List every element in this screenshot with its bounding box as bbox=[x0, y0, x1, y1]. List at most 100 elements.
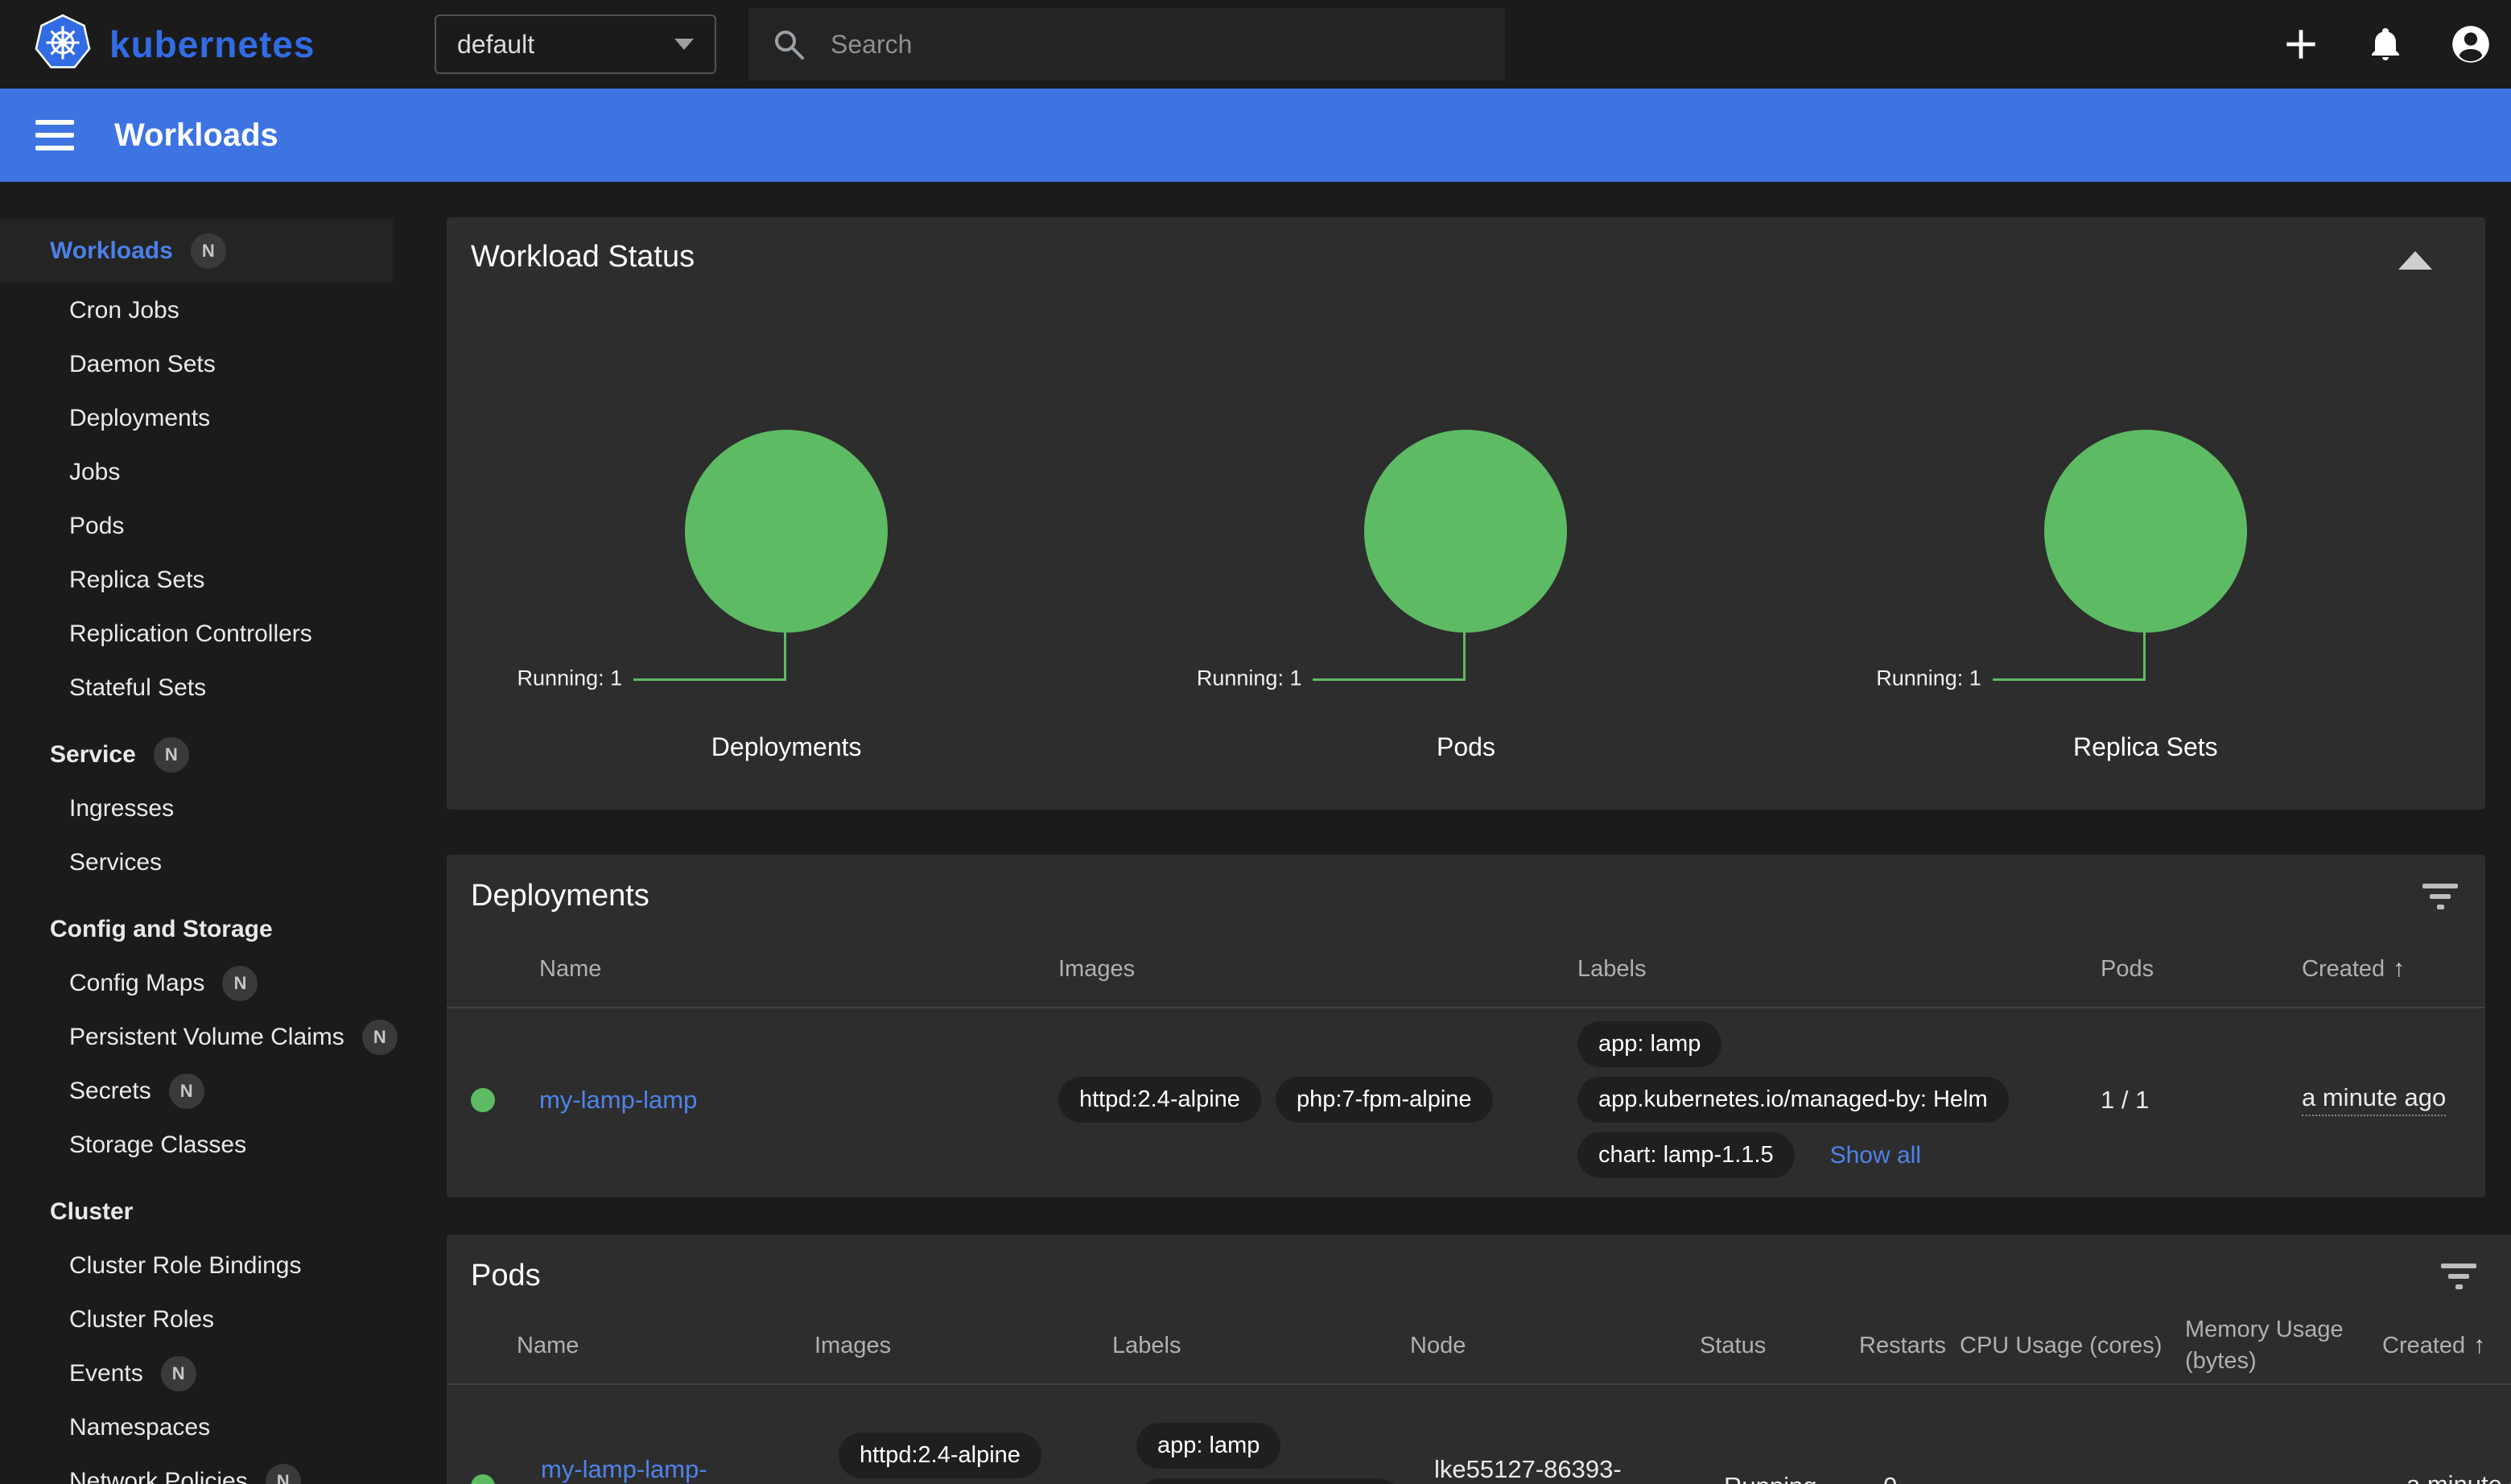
user-avatar-icon[interactable] bbox=[2450, 23, 2492, 65]
column-labels: Labels bbox=[1112, 1314, 1410, 1377]
column-created-sort[interactable]: Created ↑ bbox=[2382, 1314, 2511, 1377]
deployment-link[interactable]: my-lamp-lamp bbox=[539, 1086, 697, 1115]
image-chip: httpd:2.4-alpine bbox=[839, 1432, 1041, 1478]
namespace-selector[interactable]: default bbox=[435, 14, 716, 74]
pie-leader-line: Running: 1 bbox=[1993, 633, 2146, 681]
sidebar-item-network-policies[interactable]: Network Policies N bbox=[0, 1454, 418, 1484]
filter-icon[interactable] bbox=[2441, 1263, 2476, 1289]
node-cell: lke55127-86393-622f8d09399a bbox=[1434, 1385, 1724, 1484]
notifications-bell-icon[interactable] bbox=[2366, 25, 2405, 64]
label-chip: app: lamp bbox=[1136, 1423, 1280, 1469]
created-cell: a minute ago bbox=[2302, 1008, 2485, 1191]
pie-legend: Running: 1 bbox=[1876, 666, 1981, 691]
label-chip: chart: lamp-1.1.5 bbox=[1577, 1132, 1795, 1178]
namespaced-badge: N bbox=[191, 233, 226, 269]
sidebar-item-secrets[interactable]: Secrets N bbox=[0, 1064, 418, 1118]
sidebar-item-jobs[interactable]: Jobs bbox=[0, 445, 418, 499]
status-cell bbox=[471, 1385, 541, 1484]
sidebar-item-persistent-volume-claims[interactable]: Persistent Volume Claims N bbox=[0, 1010, 418, 1064]
cpu-usage-cell: - bbox=[1984, 1385, 2209, 1484]
namespaced-badge: N bbox=[154, 737, 189, 773]
image-chip: httpd:2.4-alpine bbox=[1058, 1077, 1261, 1123]
app-header: kubernetes default bbox=[0, 0, 2511, 89]
sidebar-item-deployments[interactable]: Deployments bbox=[0, 391, 418, 445]
label-chip: pod-template-hash: 5fd985cf68 bbox=[1136, 1478, 1402, 1484]
column-pods: Pods bbox=[2101, 931, 2302, 1007]
pie-leader-line: Running: 1 bbox=[1313, 633, 1466, 681]
chart-caption: Pods bbox=[1437, 732, 1495, 762]
deployments-card: Deployments Name Images Labels Pods Crea… bbox=[447, 855, 2485, 1198]
column-memory-usage: Memory Usage (bytes) bbox=[2185, 1314, 2382, 1377]
sidebar-item-config-maps[interactable]: Config Maps N bbox=[0, 956, 418, 1010]
sidebar-item-daemon-sets[interactable]: Daemon Sets bbox=[0, 337, 418, 391]
sidebar-item-cron-jobs[interactable]: Cron Jobs bbox=[0, 283, 418, 337]
column-images: Images bbox=[814, 1314, 1112, 1377]
sidebar-item-replication-controllers[interactable]: Replication Controllers bbox=[0, 607, 418, 661]
sidebar-item-namespaces[interactable]: Namespaces bbox=[0, 1400, 418, 1454]
column-name: Name bbox=[517, 1314, 814, 1377]
collapse-arrow-icon[interactable] bbox=[2398, 251, 2432, 270]
search-bar bbox=[748, 8, 1505, 80]
pie-running-segment bbox=[1364, 430, 1567, 633]
pod-link[interactable]: my-lamp-lamp-5fd985cf68-jwvz4 bbox=[541, 1453, 839, 1484]
namespaced-badge: N bbox=[362, 1020, 398, 1055]
column-created-sort[interactable]: Created ↑ bbox=[2302, 931, 2485, 1007]
pods-title: Pods bbox=[471, 1259, 541, 1293]
namespaced-badge: N bbox=[161, 1356, 196, 1391]
header-actions bbox=[2281, 23, 2492, 65]
labels-cell: app: lamp app.kubernetes.io/managed-by: … bbox=[1577, 1008, 2101, 1191]
labels-cell: app: lamp pod-template-hash: 5fd985cf68 bbox=[1136, 1385, 1434, 1484]
sidebar-item-replica-sets[interactable]: Replica Sets bbox=[0, 553, 418, 607]
sidebar-item-services[interactable]: Services bbox=[0, 835, 418, 889]
images-cell: httpd:2.4-alpine php:7-fpm-alpine bbox=[839, 1385, 1136, 1484]
sidebar-item-pods[interactable]: Pods bbox=[0, 499, 418, 553]
sidebar-item-cluster-role-bindings[interactable]: Cluster Role Bindings bbox=[0, 1239, 418, 1292]
sidebar-item-ingresses[interactable]: Ingresses bbox=[0, 781, 418, 835]
filter-icon[interactable] bbox=[2422, 884, 2458, 909]
sidebar-item-storage-classes[interactable]: Storage Classes bbox=[0, 1118, 418, 1172]
sidebar-item-events[interactable]: Events N bbox=[0, 1346, 418, 1400]
namespaced-badge: N bbox=[266, 1464, 301, 1484]
pods-cell: 1 / 1 bbox=[2101, 1008, 2302, 1191]
column-status-text: Status bbox=[1700, 1314, 1859, 1377]
chart-caption: Replica Sets bbox=[2073, 732, 2218, 762]
show-all-link[interactable]: Show all bbox=[1830, 1142, 1921, 1169]
sidebar-item-workloads[interactable]: Workloads N bbox=[0, 219, 393, 283]
pie-legend: Running: 1 bbox=[1197, 666, 1302, 691]
deployments-table-header: Name Images Labels Pods Created ↑ bbox=[447, 931, 2485, 1008]
column-images: Images bbox=[1058, 931, 1577, 1007]
menu-hamburger-icon[interactable] bbox=[35, 120, 74, 150]
sidebar-item-config-and-storage[interactable]: Config and Storage bbox=[0, 902, 418, 956]
name-cell: my-lamp-lamp-5fd985cf68-jwvz4 bbox=[541, 1385, 839, 1484]
column-labels: Labels bbox=[1577, 931, 2101, 1007]
create-plus-icon[interactable] bbox=[2281, 24, 2321, 64]
column-status bbox=[447, 1314, 517, 1377]
status-cell bbox=[471, 1008, 539, 1191]
sidebar-item-cluster-roles[interactable]: Cluster Roles bbox=[0, 1292, 418, 1346]
image-chip: php:7-fpm-alpine bbox=[1276, 1077, 1493, 1123]
kubernetes-wheel-icon bbox=[32, 12, 93, 77]
created-cell: a minute ago bbox=[2406, 1385, 2511, 1484]
label-chip: app: lamp bbox=[1577, 1021, 1721, 1067]
deployment-row: my-lamp-lamp httpd:2.4-alpine php:7-fpm-… bbox=[447, 1008, 2485, 1191]
namespaced-badge: N bbox=[169, 1074, 204, 1109]
sidebar-item-service[interactable]: Service N bbox=[0, 728, 418, 781]
chart-caption: Deployments bbox=[711, 732, 862, 762]
memory-usage-cell: - bbox=[2209, 1385, 2406, 1484]
sidebar: Workloads N Cron Jobs Daemon Sets Deploy… bbox=[0, 182, 418, 1484]
search-icon bbox=[771, 27, 806, 62]
pods-pie-chart: Running: 1 Pods bbox=[1126, 430, 1805, 762]
page-title: Workloads bbox=[114, 117, 278, 154]
search-input[interactable] bbox=[831, 30, 1482, 60]
chevron-down-icon bbox=[674, 39, 694, 50]
column-node: Node bbox=[1410, 1314, 1700, 1377]
column-status bbox=[471, 931, 539, 1007]
column-cpu-usage: CPU Usage (cores) bbox=[1960, 1314, 2185, 1377]
column-restarts: Restarts bbox=[1859, 1314, 1960, 1377]
deployments-pie-chart: Running: 1 Deployments bbox=[447, 430, 1126, 762]
sidebar-item-cluster[interactable]: Cluster bbox=[0, 1185, 418, 1239]
kubernetes-logo[interactable]: kubernetes bbox=[32, 12, 410, 77]
namespaced-badge: N bbox=[222, 966, 258, 1001]
name-cell: my-lamp-lamp bbox=[539, 1008, 1058, 1191]
sidebar-item-stateful-sets[interactable]: Stateful Sets bbox=[0, 661, 418, 715]
